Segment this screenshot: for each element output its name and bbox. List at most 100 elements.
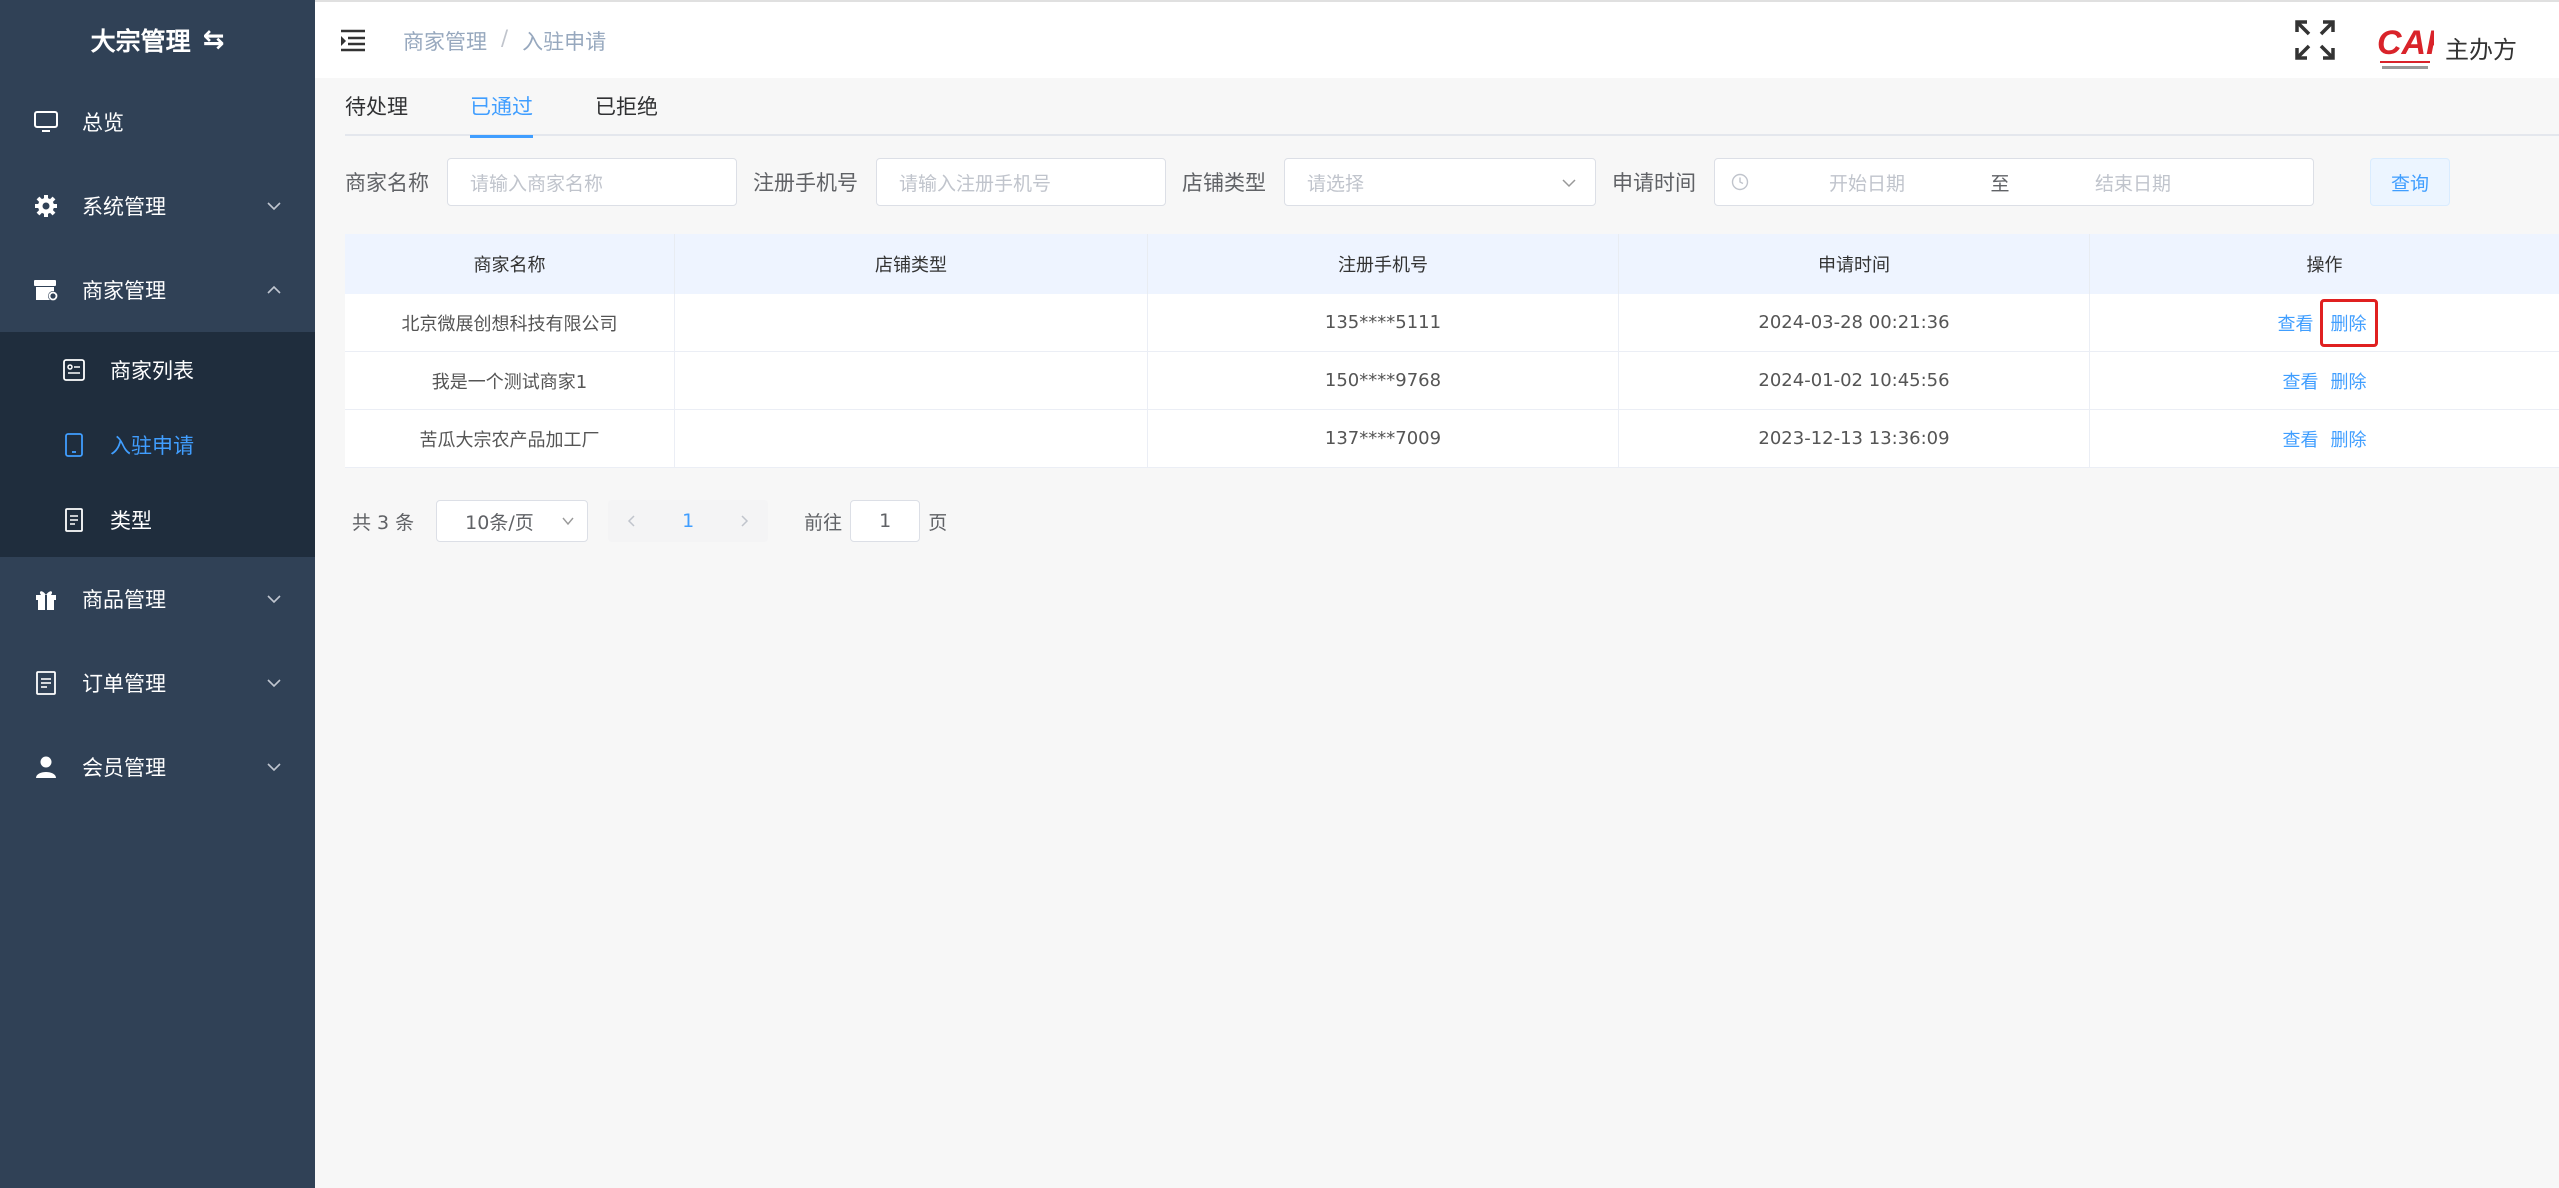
chevron-down-icon [267,595,281,604]
delete-link[interactable]: 删除 [2319,298,2378,347]
table-row: 北京微展创想科技有限公司 135****5111 2024-03-28 00:2… [345,294,2559,352]
delete-link[interactable]: 删除 [2325,366,2373,396]
menu-toggle-icon[interactable] [340,28,366,52]
start-date-input[interactable]: 开始日期 [1749,169,1985,196]
date-range-picker[interactable]: 开始日期 至 结束日期 [1714,158,2314,206]
breadcrumb: 商家管理 / 入驻申请 [403,26,606,56]
column-header: 店铺类型 [675,234,1148,294]
page-number[interactable]: 1 [656,500,720,542]
page-suffix: 页 [928,511,948,534]
menu-item-system[interactable]: 系统管理 [0,164,315,248]
chevron-down-icon [267,763,281,772]
view-link[interactable]: 查看 [2272,308,2320,338]
view-link[interactable]: 查看 [2277,366,2325,396]
menu-label: 总览 [82,111,124,135]
pagination: 共 3 条 10条/页 1 前往 1 页 [352,500,947,542]
menu-item-merchant[interactable]: 商家管理 [0,248,315,332]
cell-store-type [675,294,1148,351]
sub-item-label: 商家列表 [110,358,194,383]
org-label[interactable]: 主办方 [2445,30,2517,65]
top-header: 商家管理 / 入驻申请 CAF 主办方 [315,0,2559,78]
cell-store-type [675,352,1148,409]
applications-table: 商家名称 店铺类型 注册手机号 申请时间 操作 北京微展创想科技有限公司 135… [345,234,2559,468]
list-icon [62,358,86,382]
sidebar: 大宗管理 ⇆ 总览 系统管理 商家管理 商家列表 入驻申请 类型 商品管理 订单… [0,0,315,1188]
page-size-value: 10条/页 [465,511,534,534]
menu-label: 会员管理 [82,756,166,780]
store-type-placeholder: 请选择 [1307,172,1365,195]
store-icon [32,276,60,304]
chevron-down-icon [267,202,281,211]
end-date-input[interactable]: 结束日期 [2015,169,2251,196]
column-header: 注册手机号 [1148,234,1619,294]
cell-merchant-name: 我是一个测试商家1 [345,352,675,409]
delete-link[interactable]: 删除 [2325,424,2373,454]
menu-item-members[interactable]: 会员管理 [0,725,315,809]
store-type-select[interactable]: 请选择 [1284,158,1596,206]
table-row: 我是一个测试商家1 150****9768 2024-01-02 10:45:5… [345,352,2559,410]
goto-page-input[interactable]: 1 [850,500,921,542]
chevron-down-icon [562,517,574,526]
sub-item-label: 类型 [110,508,152,533]
chevron-up-icon [267,285,281,294]
clock-icon [1731,173,1749,191]
sub-item-type[interactable]: 类型 [0,482,315,557]
page-size-select[interactable]: 10条/页 [436,500,589,542]
chevron-down-icon [1562,179,1576,188]
cell-store-type [675,410,1148,467]
menu-label: 系统管理 [82,195,166,219]
apply-time-label: 申请时间 [1612,171,1696,195]
menu-label: 商品管理 [82,588,166,612]
sub-item-label: 入驻申请 [110,433,194,458]
page-buttons: 1 [608,500,769,542]
cell-actions: 查看 删除 [2090,410,2559,467]
menu-item-goods[interactable]: 商品管理 [0,557,315,641]
tab-rejected[interactable]: 已拒绝 [595,78,658,136]
menu-label: 商家管理 [82,279,166,303]
store-type-label: 店铺类型 [1182,171,1266,195]
merchant-name-placeholder: 请输入商家名称 [470,172,604,195]
cell-actions: 查看 删除 [2090,294,2559,351]
cell-phone: 135****5111 [1148,294,1619,351]
tab-pending[interactable]: 待处理 [345,78,408,136]
merchant-name-label: 商家名称 [345,171,429,195]
fullscreen-icon[interactable] [2293,18,2337,62]
column-header: 申请时间 [1619,234,2090,294]
brand: 大宗管理 ⇆ [0,0,315,80]
menu-item-overview[interactable]: 总览 [0,80,315,164]
range-separator: 至 [1990,172,2010,195]
chevron-left-icon [628,515,635,527]
cell-phone: 137****7009 [1148,410,1619,467]
cell-merchant-name: 苦瓜大宗农产品加工厂 [345,410,675,467]
menu-item-orders[interactable]: 订单管理 [0,641,315,725]
merchant-name-input[interactable]: 请输入商家名称 [447,158,737,206]
monitor-icon [32,108,60,136]
breadcrumb-item-current: 入驻申请 [522,30,607,54]
column-header: 操作 [2306,255,2343,276]
sub-item-merchant-list[interactable]: 商家列表 [0,332,315,407]
brand-title: 大宗管理 [90,27,191,56]
cell-phone: 150****9768 [1148,352,1619,409]
view-link[interactable]: 查看 [2277,424,2325,454]
cell-apply-time: 2024-03-28 00:21:36 [1619,294,2090,351]
merchant-submenu: 商家列表 入驻申请 类型 [0,332,315,557]
filter-bar: 商家名称 请输入商家名称 注册手机号 请输入注册手机号 店铺类型 请选择 申请时… [345,158,2450,206]
cell-merchant-name: 北京微展创想科技有限公司 [345,294,675,351]
next-page-button[interactable] [720,500,768,542]
prev-page-button[interactable] [608,500,656,542]
tab-approved[interactable]: 已通过 [470,78,533,138]
total-count: 共 3 条 [352,511,415,534]
tablet-icon [62,432,86,457]
gift-icon [32,585,60,613]
sub-item-apply[interactable]: 入驻申请 [0,407,315,482]
table-row: 苦瓜大宗农产品加工厂 137****7009 2023-12-13 13:36:… [345,410,2559,468]
phone-input[interactable]: 请输入注册手机号 [876,158,1166,206]
chevron-right-icon [741,515,749,527]
breadcrumb-item[interactable]: 商家管理 [403,26,487,56]
query-button[interactable]: 查询 [2370,158,2450,206]
swap-icon[interactable]: ⇆ [203,25,225,55]
column-header: 商家名称 [345,234,675,294]
document-icon [62,507,86,532]
user-icon [32,753,60,781]
caf-logo: CAF [2377,24,2434,69]
